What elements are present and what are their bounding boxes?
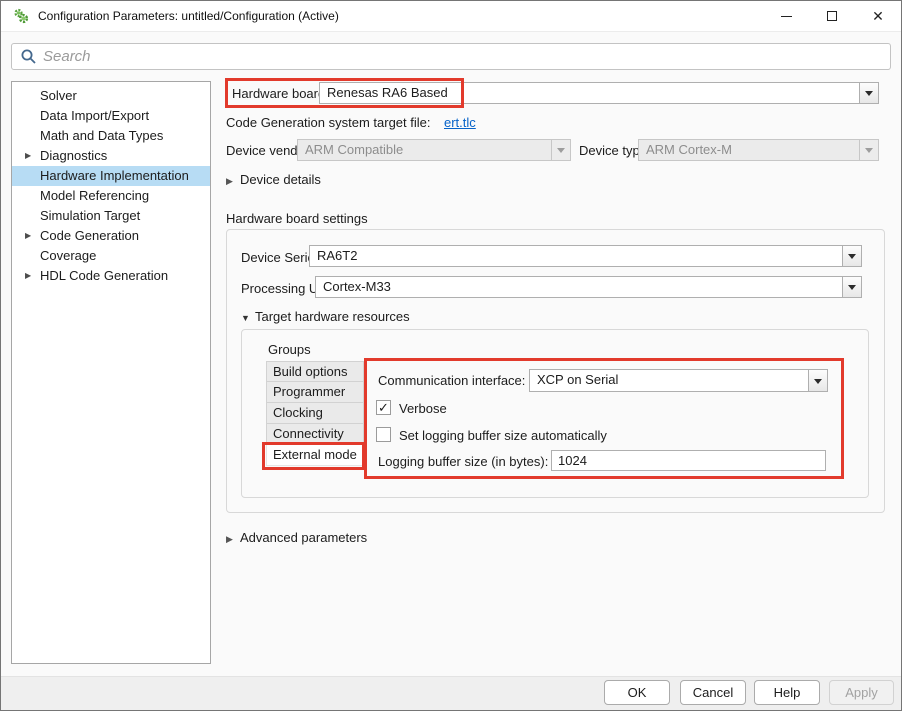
sidebar-item-simulation-target[interactable]: Simulation Target [12, 206, 210, 226]
hardware-board-combobox[interactable]: Renesas RA6 Based [319, 82, 879, 104]
dropdown-button[interactable] [842, 277, 861, 297]
group-item-clocking[interactable]: Clocking [266, 403, 364, 424]
group-item-build-options[interactable]: Build options [266, 361, 364, 382]
sidebar-item-math-and-data-types[interactable]: Math and Data Types [12, 126, 210, 146]
close-button[interactable]: ✕ [855, 1, 901, 31]
target-hardware-resources-label: Target hardware resources [255, 309, 410, 324]
verbose-label: Verbose [399, 401, 447, 416]
expand-arrow-icon[interactable]: ▶ [25, 146, 31, 166]
groups-label: Groups [268, 342, 311, 357]
logging-buffer-size-label: Logging buffer size (in bytes): [378, 454, 548, 469]
device-series-value: RA6T2 [310, 246, 842, 266]
sidebar-item-model-referencing[interactable]: Model Referencing [12, 186, 210, 206]
advanced-parameters-label: Advanced parameters [240, 530, 367, 545]
search-icon [20, 48, 37, 65]
maximize-icon [827, 11, 837, 21]
set-logging-buffer-auto-checkbox[interactable] [376, 427, 391, 442]
device-details-expander[interactable]: ▶Device details [226, 172, 321, 187]
dropdown-arrow-icon [557, 148, 565, 157]
collapsed-arrow-icon: ▶ [226, 176, 240, 187]
device-vendor-value: ARM Compatible [298, 140, 551, 160]
sidebar-item-diagnostics[interactable]: ▶Diagnostics [12, 146, 210, 166]
group-item-programmer[interactable]: Programmer [266, 382, 364, 403]
advanced-parameters-expander[interactable]: ▶Advanced parameters [226, 530, 367, 545]
search-bar [11, 43, 891, 70]
dropdown-arrow-icon [848, 254, 856, 263]
dropdown-arrow-icon [865, 91, 873, 100]
target-hardware-resources-expander[interactable]: ▼Target hardware resources [241, 309, 410, 324]
device-type-value: ARM Cortex-M [639, 140, 859, 160]
dropdown-button[interactable] [842, 246, 861, 266]
sidebar-tree: Solver Data Import/Export Math and Data … [11, 81, 211, 664]
groups-list: Build options Programmer Clocking Connec… [266, 361, 364, 466]
configuration-parameters-dialog: Configuration Parameters: untitled/Confi… [0, 0, 902, 711]
logging-buffer-size-input[interactable] [551, 450, 826, 471]
dropdown-button [859, 140, 878, 160]
close-icon: ✕ [872, 9, 884, 23]
processing-unit-value: Cortex-M33 [316, 277, 842, 297]
apply-button: Apply [829, 680, 894, 705]
minimize-icon [781, 16, 792, 17]
dropdown-arrow-icon [865, 148, 873, 157]
target-file-link[interactable]: ert.tlc [444, 115, 476, 130]
window-controls: ✕ [763, 1, 901, 31]
sidebar-item-solver[interactable]: Solver [12, 86, 210, 106]
sidebar-item-code-generation[interactable]: ▶Code Generation [12, 226, 210, 246]
footer-bar: OK Cancel Help Apply [1, 676, 901, 710]
sidebar-item-hdl-code-generation[interactable]: ▶HDL Code Generation [12, 266, 210, 286]
device-series-combobox[interactable]: RA6T2 [309, 245, 862, 267]
dropdown-button[interactable] [808, 370, 827, 391]
device-vendor-combobox: ARM Compatible [297, 139, 571, 161]
ok-button[interactable]: OK [604, 680, 670, 705]
search-input[interactable] [43, 48, 890, 65]
group-item-external-mode[interactable]: External mode [266, 445, 364, 466]
communication-interface-label: Communication interface: [378, 373, 525, 388]
simulink-config-gear-icon [13, 8, 29, 24]
help-button[interactable]: Help [754, 680, 820, 705]
communication-interface-value: XCP on Serial [530, 370, 808, 391]
sidebar-item-data-import-export[interactable]: Data Import/Export [12, 106, 210, 126]
check-icon: ✓ [378, 400, 389, 415]
window-title: Configuration Parameters: untitled/Confi… [38, 9, 339, 23]
maximize-button[interactable] [809, 1, 855, 31]
expand-arrow-icon[interactable]: ▶ [25, 226, 31, 246]
communication-interface-combobox[interactable]: XCP on Serial [529, 369, 828, 392]
device-details-label: Device details [240, 172, 321, 187]
cancel-button[interactable]: Cancel [680, 680, 746, 705]
collapsed-arrow-icon: ▶ [226, 534, 240, 545]
processing-unit-combobox[interactable]: Cortex-M33 [315, 276, 862, 298]
expanded-arrow-icon: ▼ [241, 313, 255, 323]
device-type-combobox: ARM Cortex-M [638, 139, 879, 161]
hardware-board-value: Renesas RA6 Based [320, 83, 859, 103]
title-bar: Configuration Parameters: untitled/Confi… [1, 1, 901, 32]
hardware-board-label: Hardware board: [232, 86, 329, 101]
dropdown-arrow-icon [848, 285, 856, 294]
dropdown-arrow-icon [814, 379, 822, 388]
dropdown-button [551, 140, 570, 160]
group-item-connectivity[interactable]: Connectivity [266, 424, 364, 445]
verbose-checkbox[interactable]: ✓ [376, 400, 391, 415]
expand-arrow-icon[interactable]: ▶ [25, 266, 31, 286]
sidebar-item-coverage[interactable]: Coverage [12, 246, 210, 266]
set-logging-buffer-auto-label: Set logging buffer size automatically [399, 428, 607, 443]
sidebar-item-hardware-implementation[interactable]: Hardware Implementation [12, 166, 210, 186]
target-file-label: Code Generation system target file: [226, 115, 431, 130]
minimize-button[interactable] [763, 1, 809, 31]
hardware-board-settings-heading: Hardware board settings [226, 211, 368, 226]
dropdown-button[interactable] [859, 83, 878, 103]
